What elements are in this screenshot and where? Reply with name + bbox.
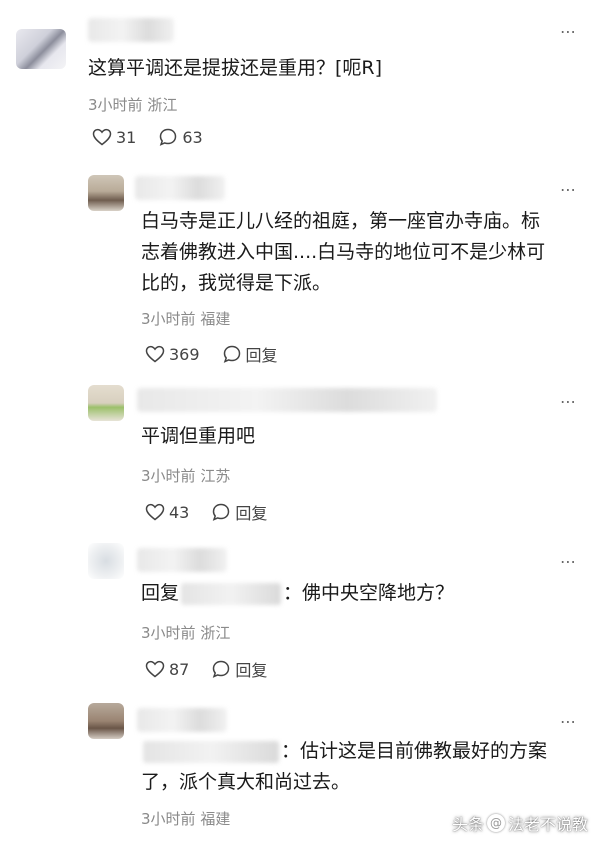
comment-body: ：佛中央空降地方？: [283, 582, 455, 604]
reply-label: 回复: [245, 346, 278, 365]
blurred-mention[interactable]: [181, 582, 282, 605]
avatar[interactable]: [88, 385, 124, 421]
reply-button[interactable]: 回复: [211, 657, 267, 681]
more-options-icon[interactable]: ⋯: [560, 180, 577, 199]
like-button[interactable]: 43: [145, 503, 189, 522]
comment-actions: 87 回复: [145, 657, 289, 681]
comment-text: 白马寺是正儿八经的祖庭，第一座官办寺庙。标 志着佛教进入中国....白马寺的地位…: [141, 206, 545, 299]
comment-meta: 3小时前 浙江: [141, 622, 230, 643]
heart-icon: [145, 503, 165, 521]
more-options-icon[interactable]: ⋯: [560, 552, 577, 571]
comment-text: 这算平调还是提拔还是重用？[呃R]: [88, 57, 383, 79]
avatar[interactable]: [88, 703, 124, 739]
comment-text-line1: ：估计这是目前佛教最好的方案: [281, 740, 548, 762]
like-button[interactable]: 31: [92, 128, 136, 147]
comment-meta: 3小时前 福建: [141, 808, 230, 829]
like-count: 43: [169, 502, 190, 522]
more-options-icon[interactable]: ⋯: [560, 392, 577, 411]
comment-actions: 43 回复: [145, 500, 289, 524]
comment-actions: 31 63: [92, 127, 225, 147]
blurred-username[interactable]: [88, 18, 174, 42]
like-button[interactable]: 369: [145, 345, 200, 364]
blurred-mention[interactable]: [143, 740, 279, 763]
comment-text: 回复 ：佛中央空降地方？: [141, 578, 454, 609]
comment-location: 福建: [200, 310, 231, 328]
avatar[interactable]: [16, 29, 66, 69]
heart-icon: [145, 660, 165, 678]
more-options-icon[interactable]: ⋯: [560, 712, 577, 731]
watermark-prefix: 头条: [451, 815, 484, 834]
like-count: 31: [116, 127, 137, 147]
comment-meta: 3小时前 浙江: [88, 94, 177, 115]
speech-bubble-icon: [223, 345, 240, 363]
reply-label: 回复: [235, 661, 268, 680]
comment-time: 3小时前: [88, 96, 143, 114]
blurred-username[interactable]: [137, 548, 227, 572]
comment-actions: 369 回复: [145, 342, 300, 366]
heart-icon: [145, 345, 165, 363]
comment-location: 浙江: [147, 96, 178, 114]
speech-bubble-icon: [160, 128, 177, 146]
comment-location: 江苏: [200, 467, 231, 485]
like-button[interactable]: 87: [145, 660, 189, 679]
comment-text-line: 白马寺是正儿八经的祖庭，第一座官办寺庙。标: [141, 210, 541, 232]
reply-label: 回复: [235, 504, 268, 523]
at-icon: @: [486, 814, 505, 832]
heart-icon: [92, 128, 112, 146]
comment-text: 平调但重用吧: [141, 425, 256, 447]
blurred-username[interactable]: [135, 176, 225, 200]
speech-bubble-icon: [213, 503, 230, 521]
blurred-username[interactable]: [137, 388, 437, 412]
avatar[interactable]: [88, 543, 124, 579]
avatar[interactable]: [88, 175, 124, 211]
watermark: 头条 @ 法老不说教: [452, 811, 588, 835]
blurred-username[interactable]: [137, 708, 227, 732]
comment-list-page: ⋯ 这算平调还是提拔还是重用？[呃R] 3小时前 浙江 31 63 ⋯ 白马寺是…: [0, 0, 600, 847]
speech-bubble-icon: [213, 660, 230, 678]
comment-meta: 3小时前 江苏: [141, 465, 230, 486]
comment-text-line2: 了，派个真大和尚过去。: [141, 771, 351, 793]
reply-button[interactable]: 回复: [211, 500, 267, 524]
comment-text-line: 比的，我觉得是下派。: [141, 272, 332, 294]
comment-meta: 3小时前 福建: [141, 308, 230, 329]
reply-button[interactable]: 63: [158, 127, 203, 147]
watermark-account: 法老不说教: [507, 815, 588, 834]
like-count: 369: [169, 344, 200, 364]
comment-location: 福建: [200, 810, 231, 828]
reply-prefix: 回复: [141, 582, 180, 604]
like-count: 87: [169, 659, 190, 679]
comment-text: ：估计这是目前佛教最好的方案 了，派个真大和尚过去。: [141, 736, 547, 798]
comment-time: 3小时前: [141, 310, 196, 328]
comment-location: 浙江: [200, 624, 231, 642]
comment-time: 3小时前: [141, 810, 196, 828]
more-options-icon[interactable]: ⋯: [560, 22, 577, 41]
reply-count: 63: [182, 127, 203, 147]
comment-time: 3小时前: [141, 467, 196, 485]
comment-time: 3小时前: [141, 624, 196, 642]
comment-text-line: 志着佛教进入中国....白马寺的地位可不是少林可: [141, 241, 546, 263]
comment-text-line: ：估计这是目前佛教最好的方案: [141, 736, 547, 767]
reply-button[interactable]: 回复: [222, 342, 278, 366]
